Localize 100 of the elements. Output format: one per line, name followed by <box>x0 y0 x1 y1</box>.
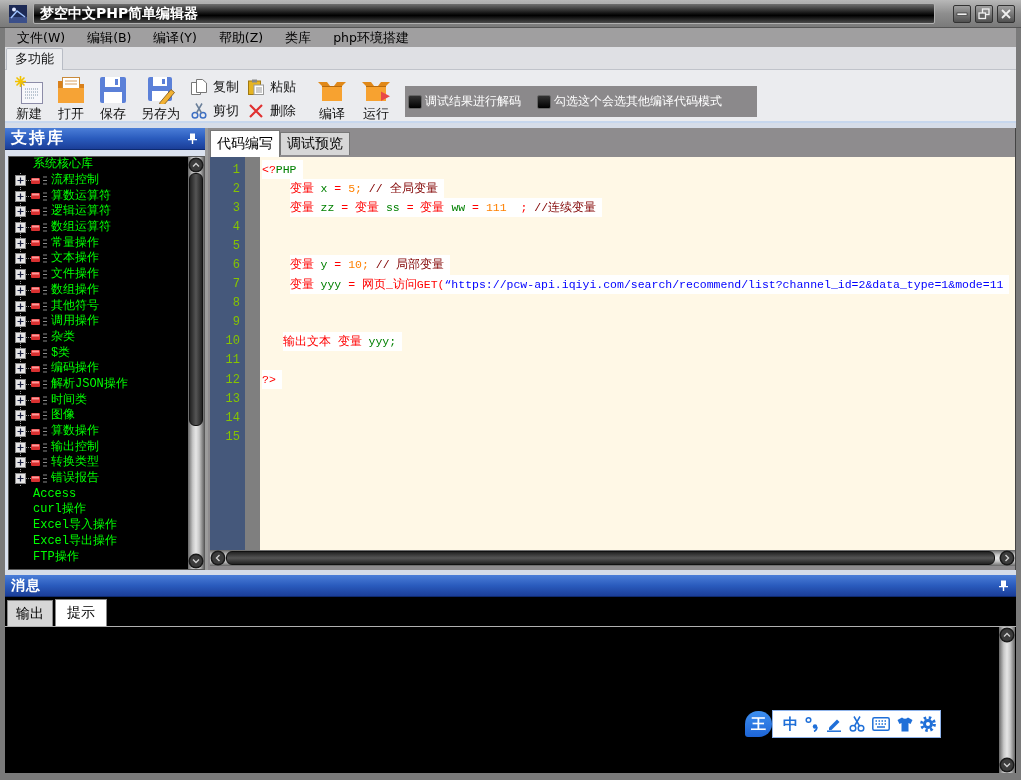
tree-item[interactable]: 流程控制 <box>51 173 99 189</box>
expand-icon[interactable] <box>15 441 26 453</box>
tree-item[interactable]: Excel导出操作 <box>33 533 117 549</box>
chevron-right-icon[interactable] <box>999 550 1015 566</box>
punctuation-icon[interactable] <box>805 716 819 732</box>
tree-item[interactable]: 时间类 <box>51 392 87 408</box>
ime-logo[interactable]: 王 <box>745 711 772 737</box>
pin-icon <box>999 580 1008 591</box>
code-area[interactable]: <?PHP 变量 x = 5; // 全局变量 变量 zz = 变量 ss = 变量 ww = 111 ; //连续变量 变量 y = 10; // 局部变量 变量 yyy = 网页_访问GET(“https://pcw-api.iqiyi.com/search/recommend/list?channel_id=2&data_type=1&mode=11 输出文本 变量 yyy; ?> <box>260 157 1015 550</box>
panel-tab[interactable]: 输出 <box>7 600 53 626</box>
editor-tab[interactable]: 调试预览 <box>280 132 350 155</box>
expand-icon[interactable] <box>15 473 26 485</box>
menu-item[interactable]: 编辑(B) <box>76 29 143 46</box>
tree-item[interactable]: 算数运算符 <box>51 188 111 204</box>
expand-icon[interactable] <box>15 284 26 296</box>
chevron-down-icon[interactable] <box>188 553 204 569</box>
tree-item[interactable]: Excel导入操作 <box>33 518 117 534</box>
lines-icon <box>43 427 47 437</box>
flag-icon <box>31 208 40 215</box>
flag-icon <box>31 350 40 357</box>
tree-item[interactable]: 算数操作 <box>51 424 99 440</box>
line-number: 5 <box>231 237 241 255</box>
paste-button[interactable]: 粘贴 <box>248 79 296 95</box>
tree-item[interactable]: 文本操作 <box>51 251 99 267</box>
input-mode-toggle[interactable]: 中 <box>783 714 798 734</box>
restore-button[interactable] <box>975 4 993 23</box>
expand-icon[interactable] <box>15 316 26 328</box>
expand-icon[interactable] <box>15 426 26 438</box>
scrollbar[interactable] <box>210 550 1015 566</box>
tree-item[interactable]: 转换类型 <box>51 455 99 471</box>
menu-item[interactable]: php环境搭建 <box>322 29 420 46</box>
expand-icon[interactable] <box>15 269 26 281</box>
expand-icon[interactable] <box>15 237 26 249</box>
expand-icon[interactable] <box>15 253 26 265</box>
tree-item[interactable]: FTP操作 <box>33 549 79 565</box>
scrollbar[interactable] <box>188 157 204 569</box>
tree-item[interactable]: 输出控制 <box>51 439 99 455</box>
minimize-button[interactable] <box>953 4 971 23</box>
tree-item[interactable]: 逻辑运算符 <box>51 204 111 220</box>
lines-icon <box>43 458 47 468</box>
expand-icon[interactable] <box>15 222 26 234</box>
checkbox[interactable] <box>408 94 422 109</box>
chevron-up-icon[interactable] <box>999 627 1015 643</box>
expand-icon[interactable] <box>15 331 26 343</box>
save-button[interactable]: 保存 <box>92 70 134 121</box>
tree-item[interactable]: 杂类 <box>51 329 75 345</box>
tree-item[interactable]: 错误报告 <box>51 471 99 487</box>
expand-icon[interactable] <box>15 363 26 375</box>
scrollbar-thumb[interactable] <box>226 551 995 565</box>
run-button[interactable]: 运行 <box>355 70 397 121</box>
new-button[interactable]: 新建 <box>8 70 50 121</box>
settings-icon[interactable] <box>920 716 936 732</box>
keyboard-icon[interactable] <box>872 717 890 731</box>
line-number: 8 <box>231 295 241 313</box>
tree-item[interactable]: $类 <box>51 345 71 361</box>
menu-item[interactable]: 文件(W) <box>6 29 77 46</box>
tree-item[interactable]: 常量操作 <box>51 235 99 251</box>
tree-item[interactable]: 其他符号 <box>51 298 99 314</box>
expand-icon[interactable] <box>15 347 26 359</box>
pin-icon <box>188 133 197 144</box>
tree-item[interactable]: 解析JSON操作 <box>51 376 128 392</box>
line-number: 10 <box>224 333 241 351</box>
tree-item[interactable]: 系统核心库 <box>33 157 93 173</box>
tree-item[interactable]: Access <box>33 486 77 502</box>
menu-item[interactable]: 帮助(Z) <box>207 29 275 46</box>
expand-icon[interactable] <box>15 300 26 312</box>
shirt-icon[interactable] <box>897 716 913 732</box>
editor-tab[interactable]: 代码编写 <box>210 130 280 157</box>
close-button[interactable] <box>997 4 1015 23</box>
scrollbar[interactable] <box>999 627 1015 773</box>
tree-item[interactable]: 调用操作 <box>51 314 99 330</box>
expand-icon[interactable] <box>15 378 26 390</box>
checkbox[interactable] <box>537 94 551 109</box>
expand-icon[interactable] <box>15 175 26 187</box>
scrollbar-thumb[interactable] <box>189 173 203 426</box>
menu-item[interactable]: 编译(Y) <box>142 29 208 46</box>
expand-icon[interactable] <box>15 394 26 406</box>
ribbon-tab[interactable]: 多功能 <box>6 48 63 70</box>
expand-icon[interactable] <box>15 410 26 422</box>
expand-icon[interactable] <box>15 206 26 218</box>
scissors-icon[interactable] <box>849 716 865 732</box>
tree-item[interactable]: curl操作 <box>33 502 86 518</box>
save-as-button[interactable]: 另存为 <box>134 70 187 121</box>
chevron-down-icon[interactable] <box>999 757 1015 773</box>
delete-button[interactable]: 删除 <box>248 103 296 119</box>
tree-item[interactable]: 数组运算符 <box>51 220 111 236</box>
open-button[interactable]: 打开 <box>50 70 92 121</box>
tree-item[interactable]: 数组操作 <box>51 282 99 298</box>
chevron-left-icon[interactable] <box>210 550 226 566</box>
panel-tab[interactable]: 提示 <box>55 599 107 626</box>
menu-item[interactable]: 类库 <box>274 29 323 46</box>
compile-button[interactable]: 编译 <box>311 70 353 121</box>
cut-button[interactable]: 剪切 <box>191 103 239 119</box>
chevron-up-icon[interactable] <box>188 157 204 173</box>
copy-button[interactable]: 复制 <box>191 79 239 95</box>
tree-item[interactable]: 文件操作 <box>51 267 99 283</box>
expand-icon[interactable] <box>15 457 26 469</box>
tree-item[interactable]: 图像 <box>51 408 75 424</box>
tree-item[interactable]: 编码操作 <box>51 361 99 377</box>
expand-icon[interactable] <box>15 190 26 202</box>
